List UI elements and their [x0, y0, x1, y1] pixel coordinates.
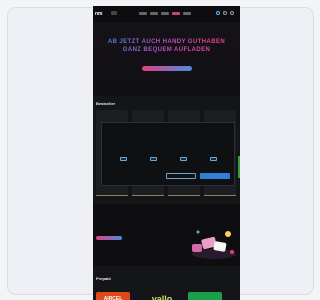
nav-links	[139, 12, 191, 15]
toggle-switch[interactable]	[119, 157, 127, 161]
nav-icons	[216, 11, 234, 15]
nav-link-5[interactable]	[183, 12, 191, 15]
section-title: Prepaid	[96, 276, 111, 281]
tile-accent	[96, 194, 128, 196]
prepaid-section: Prepaid AIRCEL yallo	[93, 266, 240, 300]
bestseller-section: Bestseller	[93, 96, 240, 204]
brand-tile-yallo[interactable]: yallo	[145, 292, 179, 300]
hero-banner: AB JETZT AUCH HANDY GUTHABEN GANZ BEQUEM…	[93, 22, 240, 96]
hero-title: AB JETZT AUCH HANDY GUTHABEN GANZ BEQUEM…	[99, 38, 234, 54]
nav-link-3[interactable]	[161, 12, 169, 15]
toggle-switch[interactable]	[179, 157, 187, 161]
consent-toggles	[102, 156, 234, 161]
cart-icon[interactable]	[230, 11, 234, 15]
mobile-page: nm AB JETZT AUCH HANDY GUTHABEN GANZ BEQ…	[93, 6, 240, 300]
toggle-statistics	[179, 156, 187, 161]
nav-link-2[interactable]	[150, 12, 158, 15]
toggle-marketing	[209, 156, 217, 161]
promo-button[interactable]	[96, 236, 122, 240]
cookie-consent-dialog	[101, 122, 235, 186]
user-icon[interactable]	[223, 11, 227, 15]
top-navbar: nm	[93, 6, 240, 22]
promo-section	[93, 204, 240, 266]
region-selector[interactable]	[111, 11, 117, 15]
consent-actions	[102, 173, 234, 179]
section-title: Bestseller	[96, 101, 116, 106]
tile-accent	[204, 194, 236, 196]
side-badge	[238, 156, 240, 178]
search-icon[interactable]	[216, 11, 220, 15]
nav-link-4[interactable]	[172, 12, 180, 15]
promo-illustration	[192, 230, 236, 259]
toggle-preferences	[149, 156, 157, 161]
brand-tile-green[interactable]	[188, 292, 222, 300]
toggle-switch[interactable]	[209, 157, 217, 161]
consent-accept-button[interactable]	[200, 173, 230, 179]
brand-tile-aircel[interactable]: AIRCEL	[96, 292, 130, 300]
hero-cta-button[interactable]	[141, 66, 192, 71]
toggle-necessary	[119, 156, 127, 161]
consent-settings-button[interactable]	[166, 173, 196, 179]
nav-link-1[interactable]	[139, 12, 147, 15]
tile-accent	[132, 194, 164, 196]
site-logo[interactable]: nm	[95, 11, 103, 17]
toggle-switch[interactable]	[149, 157, 157, 161]
tile-accent	[168, 194, 200, 196]
